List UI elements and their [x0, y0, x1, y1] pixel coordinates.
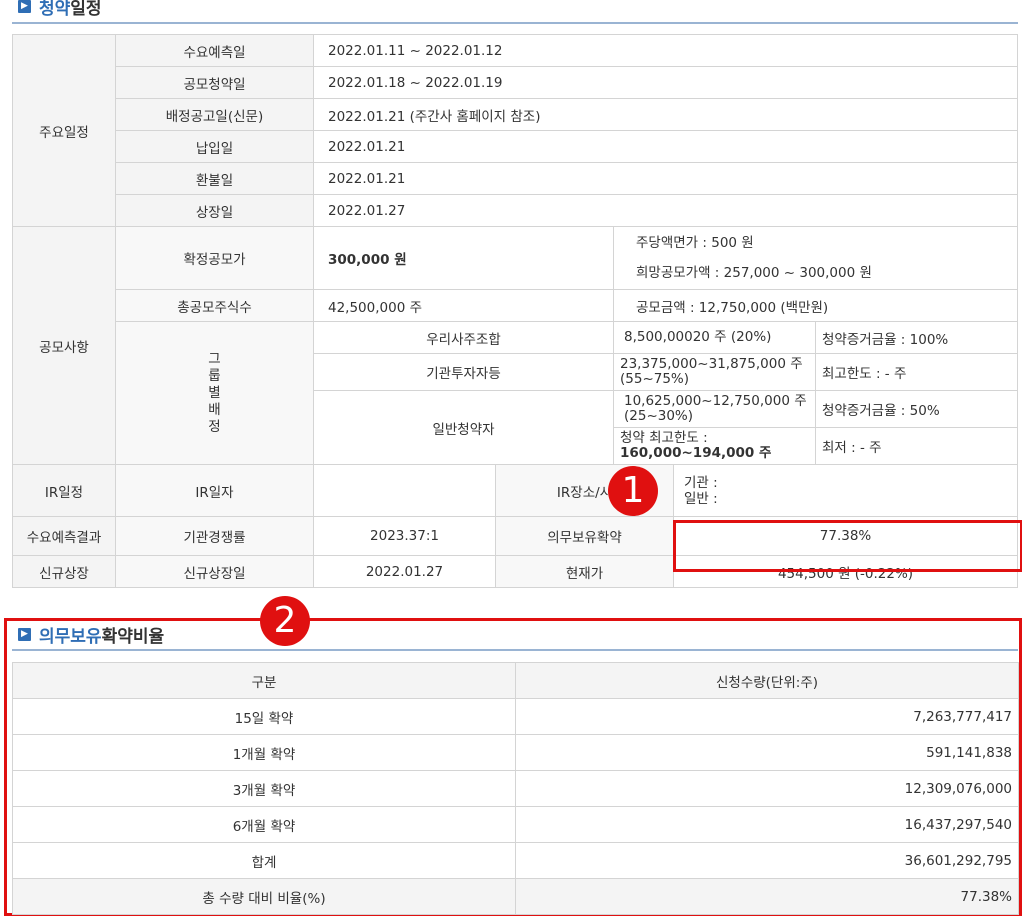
- row-label: 상장일: [115, 194, 314, 227]
- alloc-note: 청약증거금율 : 100%: [814, 321, 1019, 354]
- table-row: 공모사항 확정공모가 300,000 원 주당액면가 : 500 원 희망공모가…: [12, 226, 1019, 465]
- alloc-group: 우리사주조합: [313, 321, 614, 354]
- row-label: 배정공고일(신문): [115, 98, 314, 131]
- offering-amount: 공모금액 : 12,750,000 (백만원): [612, 289, 1019, 322]
- annotation-marker-1: 1: [608, 466, 658, 516]
- demand-label: 수요예측결과: [12, 516, 116, 556]
- row-value: 2022.01.21 (주간사 홈페이지 참조): [312, 98, 1019, 131]
- row-label: 3개월 확약: [12, 770, 516, 807]
- total-shares-label: 총공모주식수: [115, 289, 314, 322]
- offering-group-label: 공모사항: [12, 226, 116, 465]
- row-label: 합계: [12, 842, 516, 879]
- table-row: 합계 36,601,292,795: [12, 842, 1019, 879]
- annotation-marker-2: 2: [260, 596, 310, 646]
- row-value: 2022.01.27: [312, 194, 1019, 227]
- table-row: 6개월 확약 16,437,297,540: [12, 806, 1019, 843]
- ipo-schedule-table: 주요일정 수요예측일 2022.01.11 ~ 2022.01.12 공모청약일…: [12, 34, 1019, 588]
- row-value: 77.38%: [515, 878, 1019, 915]
- row-label: 총 수량 대비 비율(%): [12, 878, 516, 915]
- table-row: IR일정 IR일자 IR장소/시 기관 : 일반 :: [12, 464, 1019, 517]
- confirmed-price-value: 300,000 원: [313, 226, 614, 290]
- row-label: 환불일: [115, 162, 314, 195]
- table-row: 15일 확약 7,263,777,417: [12, 698, 1019, 735]
- allocation-label: 그룹별배정: [115, 321, 314, 465]
- alloc-shares: 10,625,000~12,750,000 주 (25~30%): [613, 390, 816, 428]
- alloc-shares: 8,500,00020 주 (20%): [613, 321, 816, 354]
- row-value: 16,437,297,540: [515, 806, 1019, 843]
- row-value: 2022.01.11 ~ 2022.01.12: [312, 34, 1019, 67]
- table-row: 그룹별배정 우리사주조합 8,500,00020 주 (20%) 청약증거금율 …: [13, 321, 1019, 465]
- table-row: 납입일 2022.01.21: [13, 130, 1019, 163]
- row-value: 36,601,292,795: [515, 842, 1019, 879]
- total-shares-value: 42,500,000 주: [313, 289, 614, 322]
- row-label: 6개월 확약: [12, 806, 516, 843]
- ir-place-value: 기관 : 일반 :: [672, 464, 1019, 517]
- column-header: 신청수량(단위:주): [515, 662, 1019, 699]
- row-value: 12,309,076,000: [515, 770, 1019, 807]
- listing-label: 신규상장: [12, 555, 116, 588]
- schedule-group-label: 주요일정: [12, 34, 116, 227]
- row-label: 수요예측일: [115, 34, 314, 67]
- row-value: 7,263,777,417: [515, 698, 1019, 735]
- row-value: 2022.01.18 ~ 2022.01.19: [312, 66, 1019, 99]
- table-row: 공모청약일 2022.01.18 ~ 2022.01.19: [13, 66, 1019, 99]
- blue-square-icon: ▶: [18, 628, 31, 641]
- table-row: 환불일 2022.01.21: [13, 162, 1019, 195]
- alloc-group: 일반청약자: [313, 390, 614, 465]
- table-row: 3개월 확약 12,309,076,000: [12, 770, 1019, 807]
- alloc-note: 최고한도 : - 주: [814, 353, 1019, 391]
- lockup-label: 의무보유확약: [495, 516, 674, 556]
- alloc-shares: 23,375,000~31,875,000 주 (55~75%): [613, 353, 816, 391]
- row-value: 2022.01.21: [312, 130, 1019, 163]
- table-row: 배정공고일(신문) 2022.01.21 (주간사 홈페이지 참조): [13, 98, 1019, 131]
- ir-date-label: IR일자: [115, 464, 314, 517]
- row-label: 납입일: [115, 130, 314, 163]
- row-value: 591,141,838: [515, 734, 1019, 771]
- row-label: 15일 확약: [12, 698, 516, 735]
- table-row: 총 수량 대비 비율(%) 77.38%: [12, 878, 1019, 915]
- table-header-row: 구분 신청수량(단위:주): [12, 662, 1019, 699]
- blue-square-icon: ▶: [18, 0, 31, 13]
- listing-date-value: 2022.01.27: [313, 555, 496, 588]
- competition-value: 2023.37:1: [313, 516, 496, 556]
- row-value: 2022.01.21: [312, 162, 1019, 195]
- alloc-group: 기관투자자등: [313, 353, 614, 391]
- table-row: 상장일 2022.01.27: [13, 194, 1019, 227]
- table-row: 1개월 확약 591,141,838: [12, 734, 1019, 771]
- lockup-ratio-table: 구분 신청수량(단위:주) 15일 확약 7,263,777,417 1개월 확…: [12, 662, 1019, 915]
- ir-date-value: [313, 464, 496, 517]
- row-label: 1개월 확약: [12, 734, 516, 771]
- competition-label: 기관경쟁률: [115, 516, 314, 556]
- desired-price: 희망공모가액 : 257,000 ~ 300,000 원: [636, 265, 872, 281]
- section-title-lockup-ratio: ▶ 의무보유 확약비율: [18, 622, 164, 647]
- alloc-note: 청약증거금율 : 50%: [814, 390, 1019, 428]
- alloc-limit: 청약 최고한도 : 160,000~194,000 주: [613, 427, 816, 465]
- section-title-subscription-schedule: ▶ 청약 일정: [18, 0, 102, 19]
- price-details: 주당액면가 : 500 원 희망공모가액 : 257,000 ~ 300,000…: [612, 226, 1019, 290]
- section-divider: [12, 22, 1018, 24]
- confirmed-price-label: 확정공모가: [115, 226, 314, 290]
- par-value: 주당액면가 : 500 원: [636, 235, 754, 251]
- row-label: 공모청약일: [115, 66, 314, 99]
- section-divider: [12, 649, 1018, 651]
- current-price-label: 현재가: [495, 555, 674, 588]
- table-row: 총공모주식수 42,500,000 주 공모금액 : 12,750,000 (백…: [13, 289, 1019, 322]
- alloc-min-note: 최저 : - 주: [814, 427, 1019, 465]
- listing-date-label: 신규상장일: [115, 555, 314, 588]
- ir-label: IR일정: [12, 464, 116, 517]
- column-header: 구분: [12, 662, 516, 699]
- highlight-box-1: [673, 520, 1022, 572]
- table-row: 주요일정 수요예측일 2022.01.11 ~ 2022.01.12: [12, 34, 1019, 227]
